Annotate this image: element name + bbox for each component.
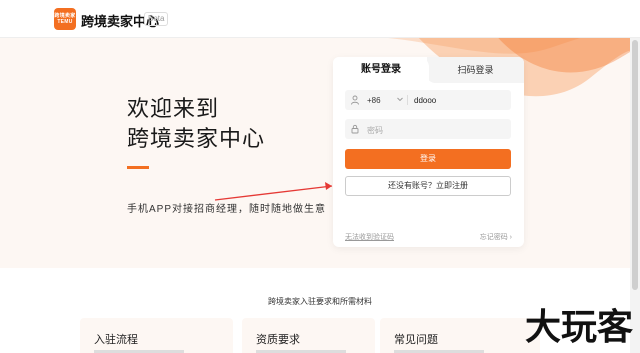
beta-badge: Beta xyxy=(144,12,169,26)
forgot-password-link[interactable]: 忘记密码 › xyxy=(480,232,512,242)
watermark-text: 大玩客 xyxy=(525,306,634,348)
welcome-line-1: 欢迎来到 xyxy=(127,96,220,121)
tab-scan-login[interactable]: 扫码登录 xyxy=(427,57,524,83)
login-card: 扫码登录 账号登录 +86 ddooo 密码 登录 还没有账号？立即注册 无法收… xyxy=(333,57,524,247)
accent-underline xyxy=(127,166,149,169)
welcome-line-2: 跨境卖家中心 xyxy=(127,126,266,151)
field-divider xyxy=(407,95,408,105)
register-button[interactable]: 还没有账号？立即注册 xyxy=(345,176,511,196)
top-bar: 跨境卖家 TEMU 跨境卖家中心 Beta xyxy=(0,0,640,38)
hero-subtitle: 手机APP对接招商经理，随时随地做生意 xyxy=(127,204,327,215)
scrollbar-thumb[interactable] xyxy=(632,40,638,290)
lock-icon xyxy=(351,124,359,134)
hero-section: 欢迎来到 跨境卖家中心 手机APP对接招商经理，随时随地做生意 xyxy=(0,38,630,268)
user-icon xyxy=(351,95,359,105)
phone-field[interactable]: +86 ddooo xyxy=(345,90,511,110)
info-card-qualification[interactable]: 资质要求 xyxy=(242,318,375,353)
logo-text-bottom: TEMU xyxy=(57,19,73,25)
info-card-title: 资质要求 xyxy=(256,334,300,346)
login-tabs: 扫码登录 账号登录 xyxy=(333,57,524,83)
country-code[interactable]: +86 xyxy=(367,96,381,105)
info-card-faq[interactable]: 常见问题 xyxy=(380,318,540,353)
temu-logo[interactable]: 跨境卖家 TEMU xyxy=(54,8,76,30)
chevron-down-icon[interactable] xyxy=(396,95,404,103)
info-card-process[interactable]: 入驻流程 xyxy=(80,318,233,353)
password-input[interactable]: 密码 xyxy=(367,125,383,136)
info-card-title: 入驻流程 xyxy=(94,334,138,346)
no-verification-code-link[interactable]: 无法收到验证码 xyxy=(345,232,394,242)
login-button[interactable]: 登录 xyxy=(345,149,511,169)
welcome-heading: 欢迎来到 跨境卖家中心 xyxy=(127,94,265,154)
info-card-title: 常见问题 xyxy=(394,334,438,346)
password-field[interactable]: 密码 xyxy=(345,119,511,139)
tab-account-login[interactable]: 账号登录 xyxy=(333,57,429,83)
phone-input[interactable]: ddooo xyxy=(414,96,436,105)
